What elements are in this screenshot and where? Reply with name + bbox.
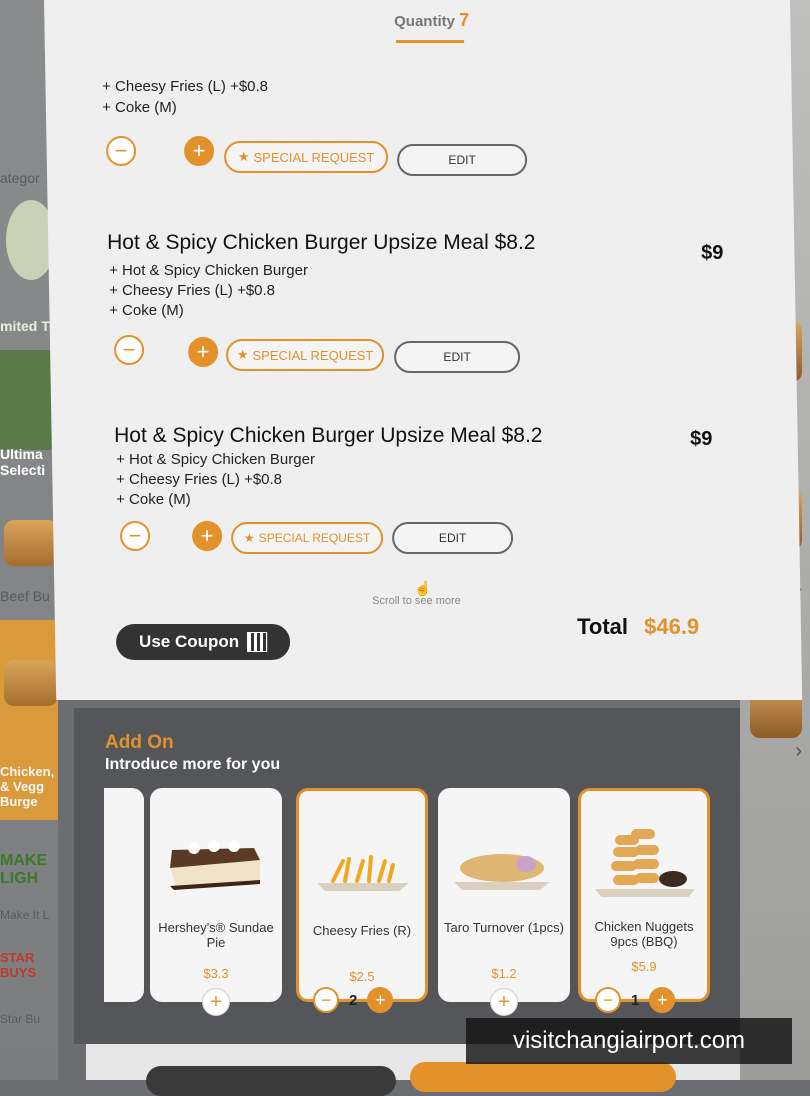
special-request-label: SPECIAL REQUEST: [253, 149, 375, 165]
quantity-stepper: − 2 +: [313, 987, 394, 1013]
tab-underline: [396, 40, 465, 43]
increase-quantity-button[interactable]: +: [184, 136, 215, 166]
addon-card[interactable]: Taro Turnover (1pcs) $1.2 +: [438, 788, 570, 1016]
star-buys-badge: STAR BUYS: [0, 950, 37, 980]
order-summary-panel: Quantity 7 + Cheesy Fries (L) +$0.8 + Co…: [44, 0, 803, 700]
item-option-line: + Hot & Spicy Chicken Burger: [116, 451, 315, 468]
addon-name: Cheesy Fries (R): [312, 923, 412, 938]
total-value: $46.9: [644, 614, 700, 639]
increase-quantity-button[interactable]: +: [188, 337, 219, 367]
item-option-line: + Cheesy Fries (L) +$0.8: [102, 78, 269, 95]
increase-quantity-button[interactable]: +: [367, 987, 394, 1013]
addon-card-partial[interactable]: [104, 788, 144, 1002]
item-option-line: + Cheesy Fries (L) +$0.8: [116, 471, 283, 488]
item-option-line: + Coke (M): [116, 491, 191, 508]
decrease-quantity-button[interactable]: −: [106, 136, 137, 166]
edit-button[interactable]: EDIT: [392, 522, 514, 554]
special-request-label: SPECIAL REQUEST: [258, 531, 371, 545]
watermark: visitchangiairport.com: [466, 1018, 792, 1064]
bg-category-label: Make It L: [0, 908, 50, 922]
confirm-button[interactable]: [410, 1062, 676, 1092]
increase-quantity-button[interactable]: +: [192, 521, 223, 551]
edit-button[interactable]: EDIT: [397, 144, 528, 176]
use-coupon-label: Use Coupon: [139, 632, 240, 651]
star-icon: ★: [243, 531, 255, 545]
decrease-quantity-button[interactable]: −: [313, 987, 339, 1013]
add-on-section: Add On Introduce more for you Hershey's®…: [74, 708, 740, 1044]
special-request-button[interactable]: ★ SPECIAL REQUEST: [226, 339, 385, 371]
addon-price: $2.5: [349, 969, 375, 984]
item-title: Hot & Spicy Chicken Burger Upsize Meal $…: [107, 231, 536, 254]
addon-card[interactable]: Hershey's® Sundae Pie $3.3 +: [150, 788, 282, 1016]
add-on-subtitle: Introduce more for you: [105, 756, 281, 773]
star-icon: ★: [237, 149, 250, 164]
addon-name: Taro Turnover (1pcs): [444, 920, 564, 935]
item-price: $9: [701, 242, 724, 264]
decrease-quantity-button[interactable]: −: [595, 987, 621, 1013]
item-option-line: + Coke (M): [102, 99, 177, 116]
addon-price: $3.3: [203, 966, 229, 981]
cheesy-fries-image: [317, 855, 409, 891]
addon-name: Chicken Nuggets 9pcs (BBQ): [594, 919, 694, 949]
item-option-line: + Cheesy Fries (L) +$0.8: [109, 282, 276, 299]
item-option-line: + Hot & Spicy Chicken Burger: [109, 262, 308, 279]
item-option-line: + Coke (M): [109, 302, 184, 319]
bg-category-label: Chicken, & Vegg Burge: [0, 764, 55, 809]
quantity-stepper: − 1 +: [595, 987, 676, 1013]
addon-quantity: 2: [349, 991, 358, 1009]
add-item-button[interactable]: +: [202, 988, 230, 1016]
taro-turnover-image: [454, 854, 550, 890]
special-request-label: SPECIAL REQUEST: [252, 347, 374, 363]
add-item-button[interactable]: +: [490, 988, 518, 1016]
hand-cursor-icon: ☝: [414, 580, 432, 596]
addon-card-selected[interactable]: Chicken Nuggets 9pcs (BBQ) $5.9 − 1 +: [578, 788, 710, 1013]
decrease-quantity-button[interactable]: −: [114, 335, 145, 365]
addon-price: $1.2: [491, 966, 517, 981]
addon-quantity: 1: [631, 991, 640, 1009]
item-title: Hot & Spicy Chicken Burger Upsize Meal $…: [114, 424, 543, 447]
addon-price: $5.9: [631, 959, 657, 974]
sundae-pie-image: [170, 840, 260, 890]
use-coupon-button[interactable]: Use Coupon: [116, 624, 291, 660]
make-it-light-badge: MAKE LIGH: [0, 852, 48, 887]
add-on-title: Add On: [105, 732, 174, 753]
quantity-value: 7: [459, 10, 470, 30]
chevron-right-icon: ›: [795, 740, 802, 762]
item-price: $9: [690, 428, 713, 450]
qr-code-icon: [247, 632, 268, 652]
quantity-tab[interactable]: Quantity 7: [394, 10, 469, 31]
star-icon: ★: [236, 347, 249, 362]
edit-button[interactable]: EDIT: [394, 341, 521, 373]
special-request-button[interactable]: ★ SPECIAL REQUEST: [224, 141, 389, 173]
back-button[interactable]: [146, 1066, 396, 1096]
total-label: Total: [577, 614, 629, 639]
addon-card-selected[interactable]: Cheesy Fries (R) $2.5 − 2 +: [296, 788, 428, 1013]
bg-category-label: Star Bu: [0, 1012, 41, 1026]
chicken-nuggets-image: [595, 829, 695, 897]
increase-quantity-button[interactable]: +: [649, 987, 676, 1013]
quantity-label: Quantity: [394, 13, 455, 30]
special-request-button[interactable]: ★ SPECIAL REQUEST: [231, 522, 384, 554]
decrease-quantity-button[interactable]: −: [120, 521, 151, 551]
addon-name: Hershey's® Sundae Pie: [158, 920, 274, 950]
